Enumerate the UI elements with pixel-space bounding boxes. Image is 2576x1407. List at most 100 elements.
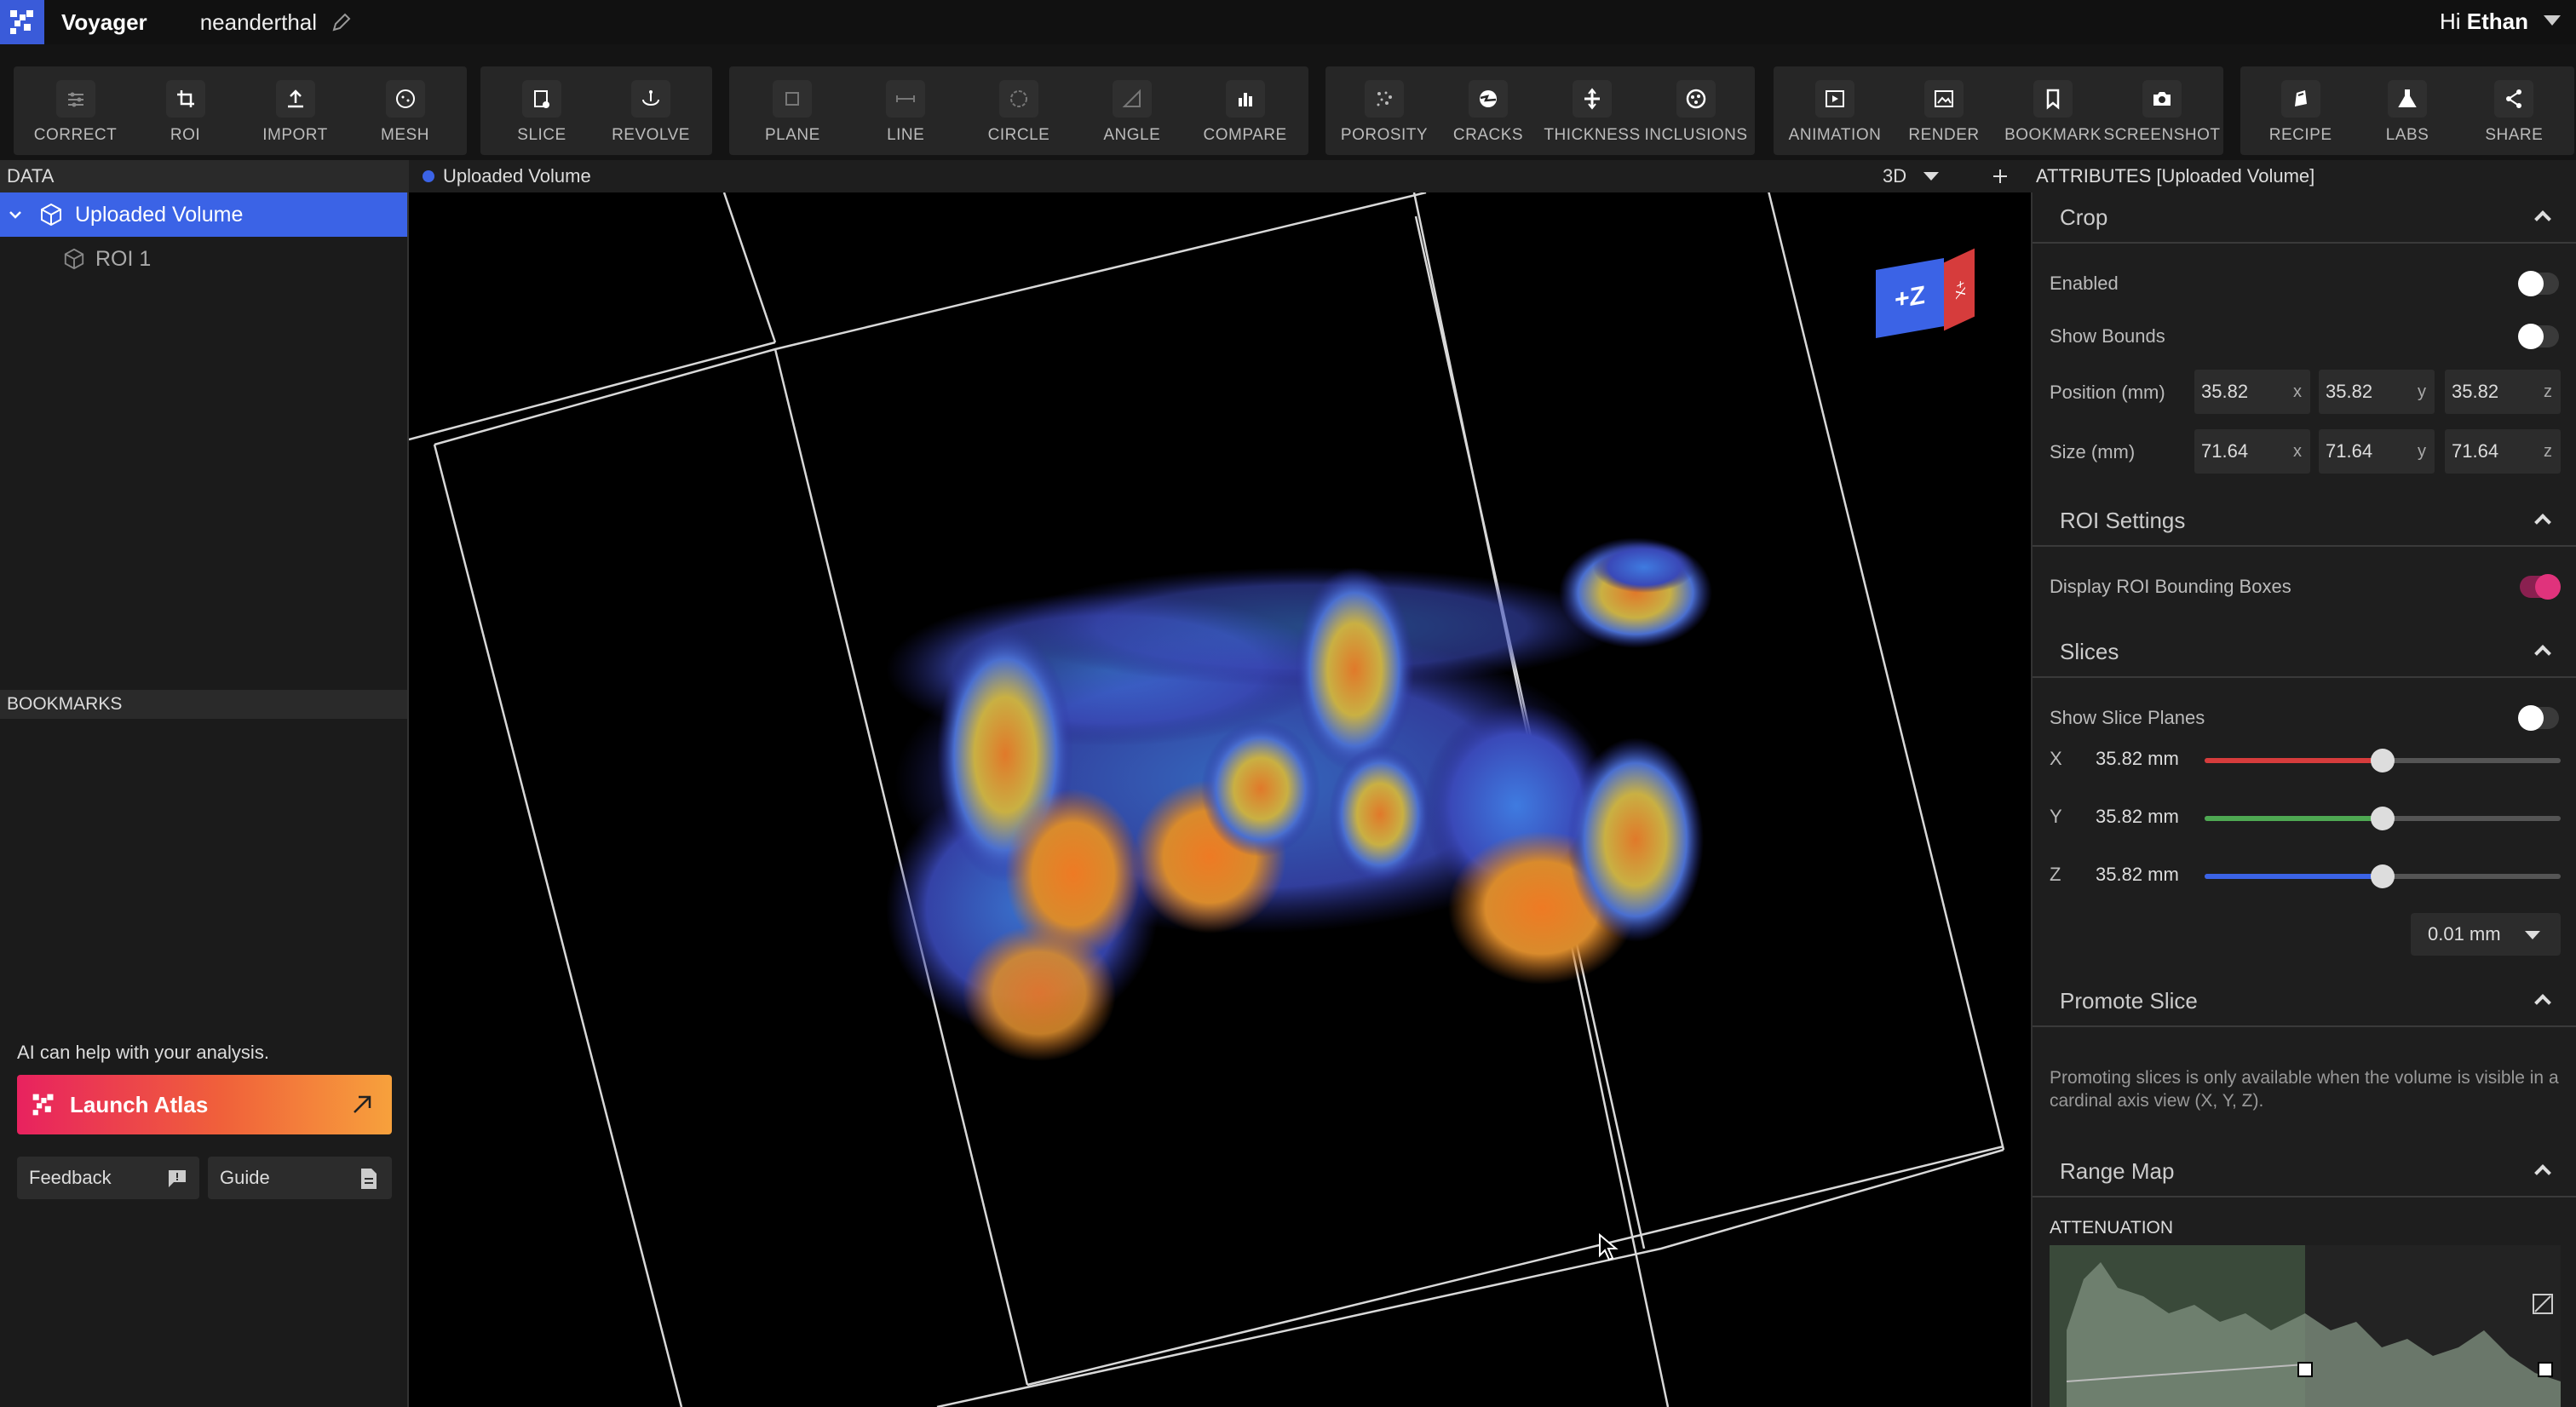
tool-plane-button[interactable]: PLANE [745, 66, 840, 155]
collapse-chevron-icon[interactable] [2534, 994, 2551, 1011]
size-y-input[interactable]: 71.64 y [2319, 429, 2435, 474]
position-y-input[interactable]: 35.82 y [2319, 370, 2435, 414]
ai-help-text: AI can help with your analysis. [17, 1042, 269, 1063]
tool-label: MESH [381, 126, 429, 144]
histogram-graph [2050, 1245, 2561, 1407]
range-handle-right[interactable] [2538, 1362, 2553, 1377]
tree-item-uploaded-volume[interactable]: Uploaded Volume [0, 192, 407, 237]
bookmarks-header: BOOKMARKS [0, 690, 407, 719]
tool-label: ANIMATION [1788, 126, 1882, 144]
tool-label: COMPARE [1203, 126, 1287, 144]
toolbar-group: SLICE REVOLVE [480, 66, 712, 155]
tool-inclusions-button[interactable]: INCLUSIONS [1644, 66, 1747, 155]
slider-thumb[interactable] [2371, 807, 2395, 830]
histogram-edit-icon[interactable] [2532, 1293, 2554, 1315]
promote-slice-section-header[interactable]: Promote Slice [2033, 976, 2576, 1027]
tool-porosity-button[interactable]: POROSITY [1337, 66, 1432, 155]
position-x-input[interactable]: 35.82 x [2194, 370, 2310, 414]
user-greeting[interactable]: Hi Ethan [2440, 9, 2528, 35]
voyager-logo-icon[interactable] [0, 0, 44, 44]
position-z-input[interactable]: 35.82 z [2445, 370, 2561, 414]
tool-label: SHARE [2485, 126, 2544, 144]
edit-pencil-icon[interactable] [331, 11, 353, 33]
top-bar: Voyager neanderthal Hi Ethan [0, 0, 2576, 44]
tree-item-roi-1[interactable]: ROI 1 [0, 237, 407, 281]
slice-step-value: 0.01 mm [2428, 923, 2501, 945]
slice-step-select[interactable]: 0.01 mm [2411, 913, 2561, 956]
collapse-chevron-icon[interactable] [2534, 645, 2551, 662]
tool-labs-button[interactable]: LABS [2360, 66, 2455, 155]
tool-label: REVOLVE [612, 126, 690, 144]
tool-thickness-button[interactable]: THICKNESS [1544, 66, 1640, 155]
tool-label: LABS [2385, 126, 2429, 144]
toggle-knob [2518, 271, 2544, 296]
slice-y-slider[interactable] [2205, 807, 2561, 830]
cube-face-z[interactable]: +Z [1876, 257, 1944, 339]
crop-enabled-toggle[interactable] [2518, 271, 2559, 296]
app-name: Voyager [61, 9, 147, 35]
tool-import-button[interactable]: IMPORT [248, 66, 343, 155]
tool-screenshot-button[interactable]: SCREENSHOT [2104, 66, 2220, 155]
show-slice-planes-toggle[interactable] [2518, 705, 2559, 731]
tool-share-button[interactable]: SHARE [2466, 66, 2562, 155]
feedback-button[interactable]: Feedback [17, 1157, 199, 1199]
slices-section-header[interactable]: Slices [2033, 627, 2576, 678]
3d-viewport[interactable]: +Z +X [409, 192, 2031, 1407]
position-z-value: 35.82 [2452, 381, 2499, 402]
size-x-input[interactable]: 71.64 x [2194, 429, 2310, 474]
display-roi-toggle[interactable] [2520, 574, 2561, 600]
tool-circle-button[interactable]: CIRCLE [971, 66, 1067, 155]
attenuation-histogram[interactable] [2050, 1245, 2561, 1407]
tool-line-button[interactable]: LINE [858, 66, 953, 155]
tool-recipe-button[interactable]: RECIPE [2253, 66, 2349, 155]
project-name[interactable]: neanderthal [200, 9, 317, 36]
launch-atlas-button[interactable]: Launch Atlas [17, 1075, 392, 1134]
tool-angle-button[interactable]: ANGLE [1084, 66, 1180, 155]
axis-z-label: z [2544, 441, 2552, 461]
slider-thumb[interactable] [2371, 749, 2395, 772]
document-icon [361, 1169, 377, 1189]
orientation-cube[interactable]: +Z +X [1876, 248, 1975, 339]
atlas-logo-icon [32, 1094, 54, 1116]
tool-label: POROSITY [1340, 126, 1429, 144]
tool-slice-button[interactable]: SLICE [494, 66, 589, 155]
range-handle-left[interactable] [2297, 1362, 2313, 1377]
tool-mesh-button[interactable]: MESH [358, 66, 453, 155]
view-mode-chevron-icon[interactable] [1923, 172, 1939, 181]
show-bounds-toggle[interactable] [2518, 324, 2559, 349]
add-view-icon[interactable] [1992, 168, 2009, 185]
slice-x-slider[interactable] [2205, 749, 2561, 772]
view-mode-select[interactable]: 3D [1883, 165, 1906, 187]
tool-cracks-button[interactable]: CRACKS [1440, 66, 1536, 155]
tool-compare-button[interactable]: COMPARE [1198, 66, 1293, 155]
tool-animation-button[interactable]: ANIMATION [1787, 66, 1883, 155]
collapse-chevron-icon[interactable] [7, 206, 24, 223]
size-z-input[interactable]: 71.64 z [2445, 429, 2561, 474]
slice-z-slider[interactable] [2205, 864, 2561, 888]
collapse-chevron-icon[interactable] [2534, 1164, 2551, 1181]
tool-label: IMPORT [262, 126, 328, 144]
axis-y-label: y [2418, 441, 2426, 461]
range-map-section-header[interactable]: Range Map [2033, 1146, 2576, 1197]
recipe-icon [2280, 80, 2320, 118]
slice-icon [522, 80, 561, 118]
cube-face-x[interactable]: +X [1944, 248, 1975, 331]
upload-icon [275, 80, 315, 118]
tool-roi-button[interactable]: ROI [138, 66, 233, 155]
tool-label: RENDER [1908, 126, 1980, 144]
attributes-header: ATTRIBUTES [Uploaded Volume] [2031, 160, 2576, 192]
collapse-chevron-icon[interactable] [2534, 210, 2551, 227]
tool-revolve-button[interactable]: REVOLVE [603, 66, 699, 155]
tool-render-button[interactable]: RENDER [1896, 66, 1992, 155]
volume-render[interactable] [409, 192, 2031, 1407]
guide-button[interactable]: Guide [208, 1157, 392, 1199]
tool-bookmark-button[interactable]: BOOKMARK [2004, 66, 2101, 155]
viewport-title: Uploaded Volume [443, 165, 591, 187]
tool-correct-button[interactable]: CORRECT [28, 66, 124, 155]
collapse-chevron-icon[interactable] [2534, 514, 2551, 531]
user-menu-chevron-icon[interactable] [2544, 15, 2561, 26]
tool-label: ROI [170, 126, 201, 144]
roi-settings-section-header[interactable]: ROI Settings [2033, 496, 2576, 547]
slider-thumb[interactable] [2371, 864, 2395, 888]
crop-section-header[interactable]: Crop [2033, 192, 2576, 244]
